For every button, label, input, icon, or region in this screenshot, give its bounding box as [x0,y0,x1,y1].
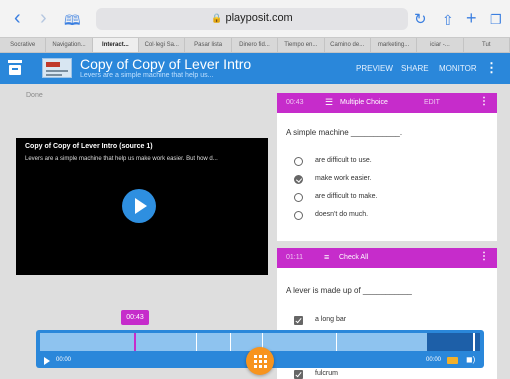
browser-tab[interactable]: Col·legi Sa... [139,38,186,52]
question-marker-time[interactable]: 00:43 [121,310,149,325]
answer-option-label: make work easier. [315,175,372,182]
url-text: playposit.com [225,12,293,24]
segment-tick [336,333,337,351]
question-card-multiple-choice[interactable]: 00:43 ☰ Multiple Choice EDIT ⋮ A simple … [277,93,497,241]
question-time: 01:11 [286,254,303,261]
card-menu-icon[interactable]: ⋮ [479,252,489,262]
browser-tab[interactable]: Tut [464,38,510,52]
editor-area: Done Copy of Copy of Lever Intro (source… [0,84,510,379]
page-title: Copy of Copy of Lever Intro [80,56,252,72]
answer-option-label: are difficult to use. [315,157,372,164]
play-button[interactable] [122,189,156,223]
browser-tab[interactable]: Socrative [0,38,47,52]
question-card-header: 00:43 ☰ Multiple Choice EDIT ⋮ [277,93,497,113]
playposit-logo-icon[interactable] [8,60,22,76]
answer-option-label: are difficult to make. [315,193,378,200]
monitor-button[interactable]: MONITOR [439,64,477,73]
question-marker[interactable] [134,333,136,351]
edit-button[interactable]: EDIT [424,99,440,106]
answer-option-label: fulcrum [315,370,338,377]
browser-tab[interactable]: Pasar lista [185,38,232,52]
question-card-header: 01:11 ≡ Check All ⋮ [277,248,497,268]
checkbox-checked-icon[interactable] [294,316,303,325]
volume-icon[interactable]: ◼) [466,356,475,364]
browser-tab[interactable]: marketing... [371,38,418,52]
video-description: Levers are a simple machine that help us… [25,156,218,162]
browser-tab[interactable]: Interact... [92,38,140,52]
total-time: 00:00 [426,357,442,363]
checkbox-checked-icon[interactable] [294,370,303,379]
tabs-overview-icon[interactable]: ❐ [490,10,502,30]
share-button[interactable]: SHARE [401,64,429,73]
browser-tab[interactable]: Tiempo en... [278,38,325,52]
share-icon[interactable]: ⇧ [442,10,454,30]
browser-tab[interactable]: Camino de... [325,38,371,52]
checklist-icon: ≡ [324,252,330,262]
lock-icon: 🔒 [211,13,223,23]
question-prompt: A simple machine ___________. [286,128,403,137]
segment-tick [196,333,197,351]
radio-icon[interactable] [294,211,303,220]
radio-selected-icon[interactable] [294,175,303,184]
radio-icon[interactable] [294,193,303,202]
reload-icon[interactable]: ↻ [414,10,427,30]
question-prompt: A lever is made up of ___________ [286,286,412,295]
answer-option-label: a long bar [315,316,347,323]
video-title: Copy of Copy of Lever Intro (source 1) [25,143,153,150]
browser-tab[interactable]: Navigation... [46,38,93,52]
preview-button[interactable]: PREVIEW [356,64,393,73]
timeline-play-icon[interactable] [44,357,50,365]
current-time: 00:00 [56,357,72,363]
question-type: Multiple Choice [340,99,388,106]
tab-strip: Socrative Navigation... Interact... Col·leg… [0,37,510,53]
question-time: 00:43 [286,99,304,106]
answer-option-label: doesn't do much. [315,211,369,218]
browser-toolbar: ‹ › 🕮 🔒 playposit.com ↻ ⇧ + ❐ [0,0,510,37]
list-icon: ☰ [325,97,334,107]
card-menu-icon[interactable]: ⋮ [479,97,489,107]
video-player[interactable]: Copy of Copy of Lever Intro (source 1) L… [16,138,268,275]
segment-tick [230,333,231,351]
app-header: Copy of Copy of Lever Intro Levers are a… [0,53,510,84]
radio-icon[interactable] [294,157,303,166]
question-type: Check All [339,254,369,261]
page-subtitle: Levers are a simple machine that help us… [80,72,214,79]
captions-icon[interactable] [447,357,458,364]
browser-tab[interactable]: Dinero fid... [232,38,279,52]
play-icon [135,198,147,214]
new-tab-button[interactable]: + [466,8,477,28]
forward-button[interactable]: › [40,8,47,28]
browser-tab[interactable]: iciar -... [417,38,464,52]
more-menu-icon[interactable]: ⋮ [485,61,498,74]
timeline-end-handle[interactable] [473,333,475,351]
done-label: Done [26,92,43,99]
add-interaction-button[interactable] [246,347,274,375]
bookmarks-icon[interactable]: 🕮 [64,10,81,30]
address-bar[interactable]: 🔒 playposit.com [96,8,408,30]
back-button[interactable]: ‹ [14,8,21,28]
video-thumbnail [42,58,72,78]
